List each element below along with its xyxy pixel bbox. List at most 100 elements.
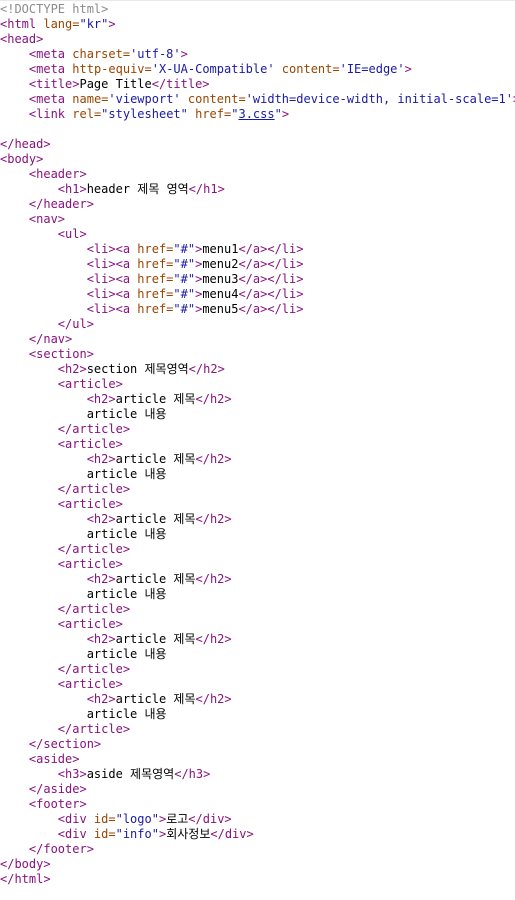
- source-token: [0, 782, 29, 796]
- source-line: </article>: [0, 542, 515, 557]
- source-line: <div id="info">회사정보</div>: [0, 827, 515, 842]
- source-token: [0, 737, 29, 751]
- source-token: [0, 212, 29, 226]
- source-line: article 내용: [0, 587, 515, 602]
- source-token: [0, 617, 58, 631]
- source-line: <footer>: [0, 797, 515, 812]
- source-token: [0, 197, 29, 211]
- source-token: href=: [187, 107, 232, 121]
- source-line: <ul>: [0, 227, 515, 242]
- source-token: [0, 107, 29, 121]
- source-token: [0, 662, 58, 676]
- source-token: </h1>: [188, 182, 225, 196]
- source-line: <title>Page Title</title>: [0, 77, 515, 92]
- source-token: "#": [173, 302, 196, 316]
- source-line: </article>: [0, 602, 515, 617]
- source-token: [0, 452, 87, 466]
- source-line: <li><a href="#">menu1</a></li>: [0, 242, 515, 257]
- source-token: content=: [274, 62, 340, 76]
- source-token: [0, 797, 29, 811]
- source-token: </aside>: [28, 782, 87, 796]
- source-line: <article>: [0, 377, 515, 392]
- source-token: </h2>: [195, 632, 232, 646]
- source-token: <li><a: [86, 287, 138, 301]
- source-token: article 내용: [0, 527, 167, 541]
- source-token: <article>: [57, 377, 123, 391]
- source-token: <article>: [57, 437, 123, 451]
- source-token: [0, 242, 87, 256]
- source-token: [0, 557, 58, 571]
- source-line: <section>: [0, 347, 515, 362]
- source-token: <header>: [28, 167, 87, 181]
- source-token: <footer>: [28, 797, 87, 811]
- source-token: href=: [137, 272, 174, 286]
- source-token: 'width=device-width, initial-scale=1': [245, 92, 513, 106]
- source-token: <ul>: [57, 227, 87, 241]
- source-line: <head>: [0, 32, 515, 47]
- source-token: <meta: [28, 47, 73, 61]
- source-token: [0, 392, 87, 406]
- source-token: [0, 677, 58, 691]
- source-token: <h2>: [86, 572, 116, 586]
- source-token: [0, 752, 29, 766]
- source-line: <h2>article 제목</h2>: [0, 392, 515, 407]
- source-token: [0, 62, 29, 76]
- source-token: [0, 347, 29, 361]
- source-token: </html>: [0, 872, 51, 886]
- source-token: [0, 272, 87, 286]
- source-token: <h2>: [86, 692, 116, 706]
- source-token: href=: [137, 302, 174, 316]
- source-token: http-equiv=: [72, 62, 152, 76]
- source-token: </nav>: [28, 332, 73, 346]
- source-token: charset=: [72, 47, 131, 61]
- source-token: Page Title: [79, 77, 152, 91]
- source-token: article 제목: [115, 392, 196, 406]
- source-token: </footer>: [28, 842, 94, 856]
- source-token: article 내용: [0, 707, 167, 721]
- source-token: [0, 437, 58, 451]
- source-token: <h2>: [86, 392, 116, 406]
- source-line: </article>: [0, 422, 515, 437]
- source-line: <li><a href="#">menu5</a></li>: [0, 302, 515, 317]
- source-token: [0, 377, 58, 391]
- source-token: [0, 332, 29, 346]
- source-token: [0, 512, 87, 526]
- source-token: [0, 632, 87, 646]
- source-token: </h3>: [174, 767, 211, 781]
- stylesheet-link[interactable]: 3.css: [238, 107, 274, 121]
- source-token: menu3: [202, 272, 239, 286]
- source-token: </body>: [0, 857, 51, 871]
- source-token: [0, 812, 58, 826]
- source-token: 'utf-8': [130, 47, 181, 61]
- source-line: <article>: [0, 497, 515, 512]
- source-token: article 제목: [115, 452, 196, 466]
- source-token: [0, 77, 29, 91]
- source-line: <li><a href="#">menu3</a></li>: [0, 272, 515, 287]
- source-line: <h2>article 제목</h2>: [0, 572, 515, 587]
- source-token: </a></li>: [238, 302, 304, 316]
- source-token: <head>: [0, 32, 44, 46]
- source-token: [0, 827, 58, 841]
- source-token: section 제목영역: [86, 362, 189, 376]
- source-token: <article>: [57, 497, 123, 511]
- source-token: <aside>: [28, 752, 80, 766]
- source-token: </a></li>: [238, 272, 304, 286]
- source-token: <link: [28, 107, 73, 121]
- source-token: <h2>: [86, 452, 116, 466]
- source-line: </header>: [0, 197, 515, 212]
- source-token: "stylesheet": [101, 107, 188, 121]
- source-token: [0, 287, 87, 301]
- source-line: <li><a href="#">menu2</a></li>: [0, 257, 515, 272]
- source-token: <body>: [0, 152, 44, 166]
- source-token: 로고: [166, 812, 189, 826]
- source-token: [0, 362, 58, 376]
- source-token: article 제목: [115, 632, 196, 646]
- source-token: lang=: [43, 17, 80, 31]
- source-line: <h3>aside 제목영역</h3>: [0, 767, 515, 782]
- source-token: </section>: [28, 737, 102, 751]
- source-token: "info": [115, 827, 159, 841]
- source-line: </section>: [0, 737, 515, 752]
- source-token: >: [108, 17, 116, 31]
- source-token: </h2>: [195, 512, 232, 526]
- source-token: id=: [93, 827, 116, 841]
